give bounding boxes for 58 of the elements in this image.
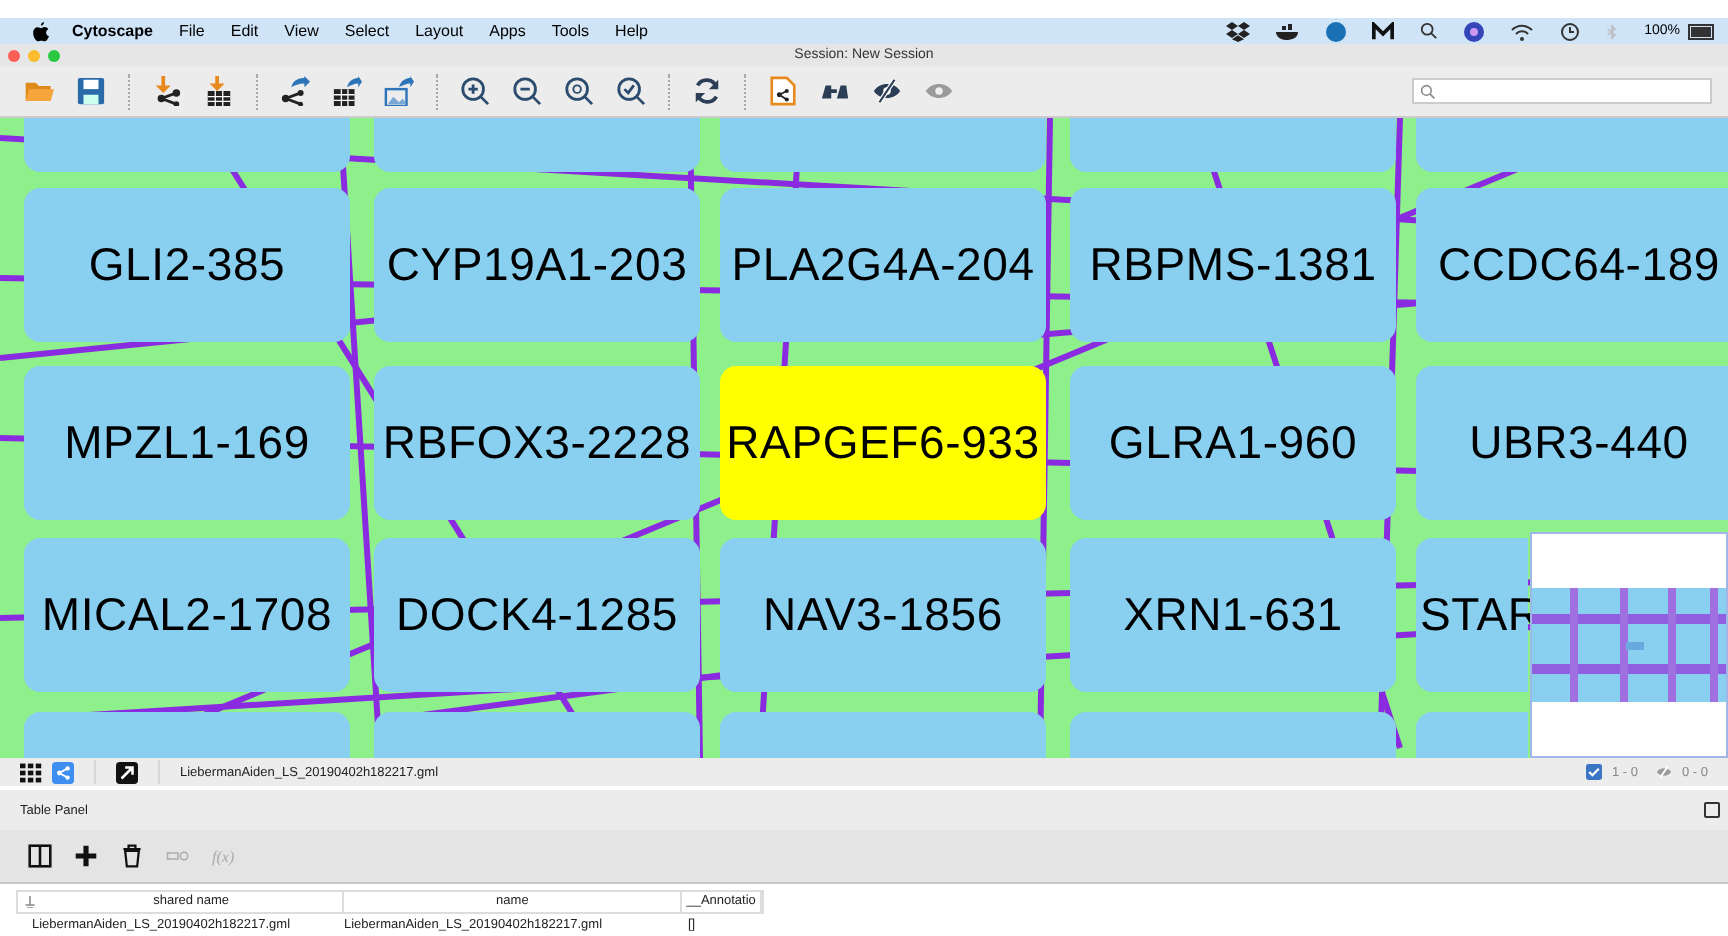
zoom-in-icon[interactable] [460, 76, 490, 106]
import-table-icon[interactable] [204, 76, 234, 106]
network-overview[interactable] [1530, 532, 1728, 758]
network-node[interactable]: RAPGEF6-933 [720, 366, 1046, 520]
menu-item[interactable]: Help [615, 22, 648, 40]
import-network-icon[interactable] [152, 76, 182, 106]
menu-item[interactable]: Tools [551, 22, 590, 40]
menu-item[interactable]: Layout [415, 22, 464, 40]
zoom-fit-icon[interactable] [564, 76, 594, 106]
m-logo-icon[interactable] [1372, 21, 1395, 41]
checkbox-icon [1585, 764, 1602, 780]
save-icon[interactable] [76, 76, 106, 106]
export-network-icon[interactable] [280, 76, 310, 106]
grid-icon[interactable] [20, 761, 42, 783]
zoom-selected-icon[interactable] [616, 76, 646, 106]
network-node[interactable]: GLI2-385 [24, 188, 350, 342]
siri-icon[interactable] [1464, 21, 1485, 41]
app-menu[interactable]: Cytoscape [72, 22, 153, 40]
clock-icon[interactable] [1560, 21, 1581, 41]
search-icon [1420, 83, 1436, 99]
export-image-icon[interactable] [384, 76, 414, 106]
trash-icon[interactable] [120, 844, 144, 868]
network-node[interactable]: CCDC64-189 [1416, 188, 1728, 342]
menu-item[interactable]: Select [344, 22, 390, 40]
menu-item[interactable]: Edit [230, 22, 259, 40]
search-icon[interactable] [1420, 22, 1439, 40]
network-node[interactable]: DOCK4-1285 [374, 538, 700, 692]
expand-arrow-icon[interactable] [116, 761, 138, 783]
network-node[interactable]: XRN1-631 [1070, 538, 1396, 692]
eye-slash-icon[interactable] [872, 76, 902, 106]
network-node[interactable]: PLA2G4A-204 [720, 188, 1046, 342]
columns-icon[interactable] [28, 844, 52, 868]
network-node[interactable]: RBPMS-1381 [1070, 188, 1396, 342]
whale-icon[interactable] [1276, 21, 1301, 41]
menu-item[interactable]: File [178, 22, 205, 40]
search-field[interactable] [1412, 78, 1712, 104]
network-node[interactable]: RBFOX3-2228 [374, 366, 700, 520]
menu-item[interactable]: Apps [489, 22, 526, 40]
eye-slash-icon [1655, 764, 1672, 780]
zoom-out-icon[interactable] [512, 76, 542, 106]
network-node[interactable]: GLRA1-960 [1070, 366, 1396, 520]
menu-item[interactable]: View [284, 22, 319, 40]
network-node[interactable]: CYP19A1-203 [374, 188, 700, 342]
network-view-icon[interactable] [52, 761, 74, 783]
dropbox-icon[interactable] [1226, 21, 1251, 41]
network-node[interactable]: UBR3-440 [1416, 366, 1728, 520]
circle-app-icon[interactable] [1326, 21, 1347, 41]
network-node[interactable]: MPZL1-169 [24, 366, 350, 520]
apple-logo-icon[interactable] [32, 21, 50, 41]
plus-icon[interactable] [74, 844, 98, 868]
network-node[interactable]: NAV3-1856 [720, 538, 1046, 692]
network-node[interactable]: MICAL2-1708 [24, 538, 350, 692]
battery-icon[interactable] [1688, 23, 1716, 39]
document-network-icon[interactable] [768, 76, 798, 106]
export-table-icon[interactable] [332, 76, 362, 106]
wifi-icon[interactable] [1510, 21, 1535, 41]
refresh-icon[interactable] [692, 76, 722, 106]
restore-button[interactable] [1704, 802, 1720, 818]
